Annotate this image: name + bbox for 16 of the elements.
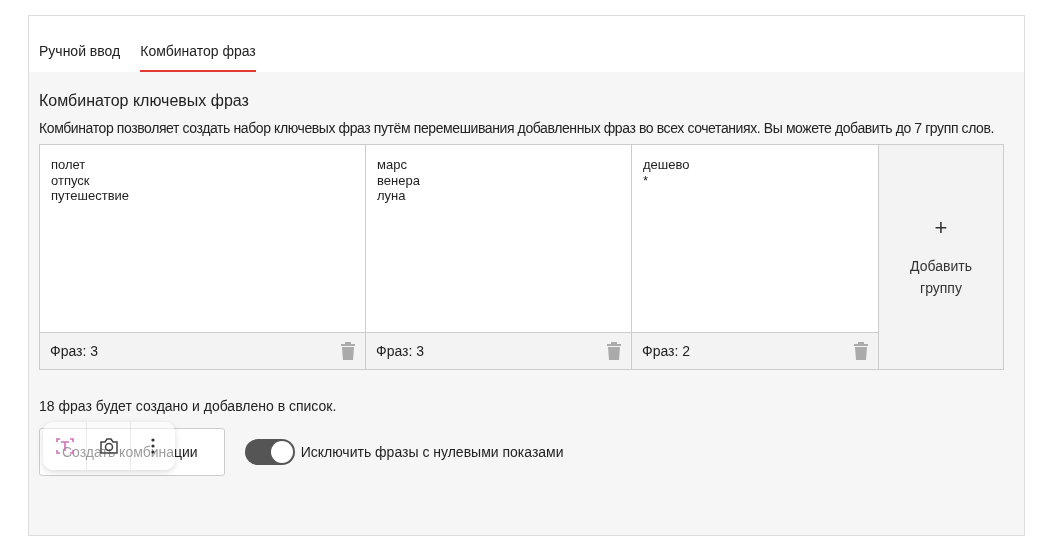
phrase-group-field[interactable]: полет отпуск путешествие [39,144,366,332]
section-heading: Комбинатор ключевых фраз [39,92,250,110]
phrase-count: Фраз: 3 [376,343,425,359]
summary-text: 18 фраз будет создано и добавлено в список. [39,398,338,414]
toggle-switch[interactable] [244,439,295,465]
trash-icon[interactable] [854,342,868,360]
add-group-button[interactable]: + Добавить группу [878,144,1004,370]
description-text: Комбинатор позволяет создать набор ключевых фраз путём перемешивания добавленных фраз во всех сочетаниях. Вы можете добавить до 7 групп слов. [39,119,995,138]
tab[interactable]: Ручной ввод [39,16,121,72]
phrase-group-field[interactable]: марс венера луна [365,144,632,332]
trash-icon[interactable] [607,342,621,360]
phrase-count: Фраз: 2 [642,343,691,359]
toggle-label: Исключить фразы с нулевыми показами [300,444,564,460]
phrase-count: Фраз: 3 [50,343,99,359]
trash-icon[interactable] [341,342,355,360]
phrase-group-field[interactable]: дешево * [631,144,879,332]
